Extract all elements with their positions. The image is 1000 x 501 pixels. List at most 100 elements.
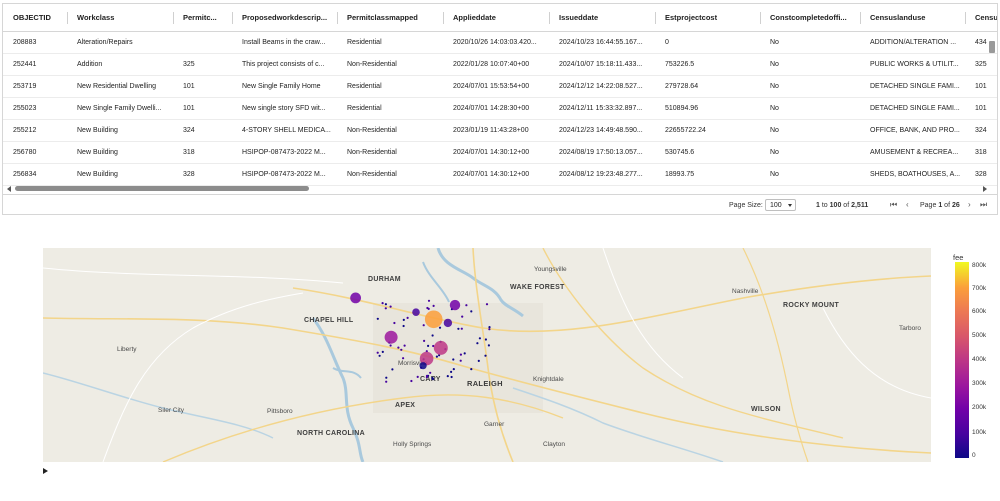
permit-point[interactable] xyxy=(384,303,387,306)
scroll-right-arrow-icon[interactable] xyxy=(983,186,987,192)
column-header-constcompletedofficial[interactable]: Constcompletedoffi... xyxy=(763,4,858,32)
column-separator[interactable] xyxy=(965,12,966,24)
permit-point[interactable] xyxy=(416,375,419,378)
permit-point[interactable] xyxy=(384,307,387,310)
column-separator[interactable] xyxy=(760,12,761,24)
last-page-icon[interactable]: ⏭ xyxy=(980,201,987,209)
permit-point[interactable] xyxy=(378,354,381,357)
permit-point[interactable] xyxy=(463,352,466,355)
permit-point[interactable] xyxy=(433,340,448,355)
table-row[interactable]: 255023 New Single Family Dwelli... 101 N… xyxy=(3,98,997,120)
previous-page-icon[interactable]: ‹ xyxy=(906,201,909,209)
column-separator[interactable] xyxy=(443,12,444,24)
permit-point[interactable] xyxy=(424,310,443,329)
map-panel[interactable]: DURHAM WAKE FOREST Youngsville Nashville… xyxy=(43,248,931,462)
next-page-icon[interactable]: › xyxy=(968,201,971,209)
permit-point[interactable] xyxy=(412,308,420,316)
permit-point[interactable] xyxy=(484,338,487,341)
permit-point[interactable] xyxy=(431,376,434,380)
column-separator[interactable] xyxy=(337,12,338,24)
column-separator[interactable] xyxy=(549,12,550,24)
permit-point[interactable] xyxy=(459,359,462,362)
permit-point[interactable] xyxy=(427,344,430,347)
permit-point[interactable] xyxy=(402,324,405,328)
column-separator[interactable] xyxy=(67,12,68,24)
table-row[interactable]: 252441 Addition 325 This project consist… xyxy=(3,54,997,76)
permit-point[interactable] xyxy=(400,348,403,351)
permit-point[interactable] xyxy=(461,315,464,318)
permit-point[interactable] xyxy=(476,342,479,345)
permit-point[interactable] xyxy=(376,351,379,354)
permit-point[interactable] xyxy=(422,324,425,327)
permit-point[interactable] xyxy=(426,306,429,310)
permit-point[interactable] xyxy=(438,326,442,329)
permit-point[interactable] xyxy=(384,330,398,344)
table-row[interactable]: 208883 Alteration/Repairs Install Beams … xyxy=(3,32,997,54)
column-header-issueddate[interactable]: Issueddate xyxy=(552,4,652,32)
column-header-permitclassmapped[interactable]: Permitclassmapped xyxy=(340,4,440,32)
permit-point[interactable] xyxy=(402,357,405,360)
permit-point[interactable] xyxy=(402,318,405,321)
permit-point[interactable] xyxy=(460,327,463,330)
permit-point[interactable] xyxy=(452,358,455,361)
page-size-select[interactable]: 100 xyxy=(765,199,796,211)
permit-point[interactable] xyxy=(423,339,426,342)
permit-point[interactable] xyxy=(419,362,427,370)
play-icon[interactable] xyxy=(43,468,48,474)
table-row[interactable]: 256780 New Building 318 HSIPOP-087473-20… xyxy=(3,142,997,164)
permit-point[interactable] xyxy=(350,292,361,304)
permit-point[interactable] xyxy=(427,299,431,302)
permit-point[interactable] xyxy=(450,375,453,379)
permit-point[interactable] xyxy=(477,359,480,362)
column-separator[interactable] xyxy=(860,12,861,24)
permit-point[interactable] xyxy=(457,327,460,330)
permit-point[interactable] xyxy=(465,304,468,307)
column-header-permitc[interactable]: Permitc... xyxy=(176,4,231,32)
permit-point[interactable] xyxy=(452,368,455,371)
permit-point[interactable] xyxy=(478,337,481,340)
permit-point[interactable] xyxy=(435,355,438,358)
horizontal-scrollbar[interactable] xyxy=(7,186,987,192)
permit-points-layer[interactable] xyxy=(43,248,931,462)
permit-point[interactable] xyxy=(410,379,413,383)
column-separator[interactable] xyxy=(655,12,656,24)
permit-point[interactable] xyxy=(470,310,473,313)
permit-point[interactable] xyxy=(488,326,491,329)
permit-point[interactable] xyxy=(385,380,388,383)
permit-point[interactable] xyxy=(446,375,449,378)
permit-point[interactable] xyxy=(485,303,489,306)
permit-point[interactable] xyxy=(393,321,396,325)
permit-point[interactable] xyxy=(381,302,384,305)
table-row[interactable]: 255212 New Building 324 4-STORY SHELL ME… xyxy=(3,120,997,142)
permit-point[interactable] xyxy=(488,328,491,331)
column-header-estprojectcost[interactable]: Estprojectcost xyxy=(658,4,758,32)
permit-point[interactable] xyxy=(425,376,428,379)
column-header-censuslanduse[interactable]: Censuslanduse xyxy=(863,4,963,32)
permit-point[interactable] xyxy=(376,317,379,320)
permit-point[interactable] xyxy=(429,371,432,374)
permit-point[interactable] xyxy=(443,318,453,328)
column-header-applieddate[interactable]: Applieddate xyxy=(446,4,546,32)
permit-point[interactable] xyxy=(487,344,490,347)
permit-point[interactable] xyxy=(432,304,435,307)
permit-point[interactable] xyxy=(389,305,392,308)
scroll-left-arrow-icon[interactable] xyxy=(7,186,11,192)
permit-point[interactable] xyxy=(449,299,461,311)
column-header-workclass[interactable]: Workclass xyxy=(70,4,170,32)
permit-point[interactable] xyxy=(397,346,400,349)
first-page-icon[interactable]: ⏮ xyxy=(890,201,897,209)
permit-point[interactable] xyxy=(406,316,409,319)
permit-point[interactable] xyxy=(403,344,406,347)
permit-point[interactable] xyxy=(391,368,394,371)
column-header-censusl[interactable]: Censusl xyxy=(968,4,997,32)
permit-point[interactable] xyxy=(431,334,434,337)
vertical-scrollbar-thumb[interactable] xyxy=(989,41,995,53)
column-separator[interactable] xyxy=(173,12,174,24)
permit-point[interactable] xyxy=(459,353,462,356)
table-row[interactable]: 253719 New Residential Dwelling 101 New … xyxy=(3,76,997,98)
permit-point[interactable] xyxy=(381,350,384,353)
column-header-proposedworkdescription[interactable]: Proposedworkdescrip... xyxy=(235,4,335,32)
permit-point[interactable] xyxy=(450,370,453,373)
permit-point[interactable] xyxy=(484,354,487,357)
permit-point[interactable] xyxy=(470,368,473,371)
